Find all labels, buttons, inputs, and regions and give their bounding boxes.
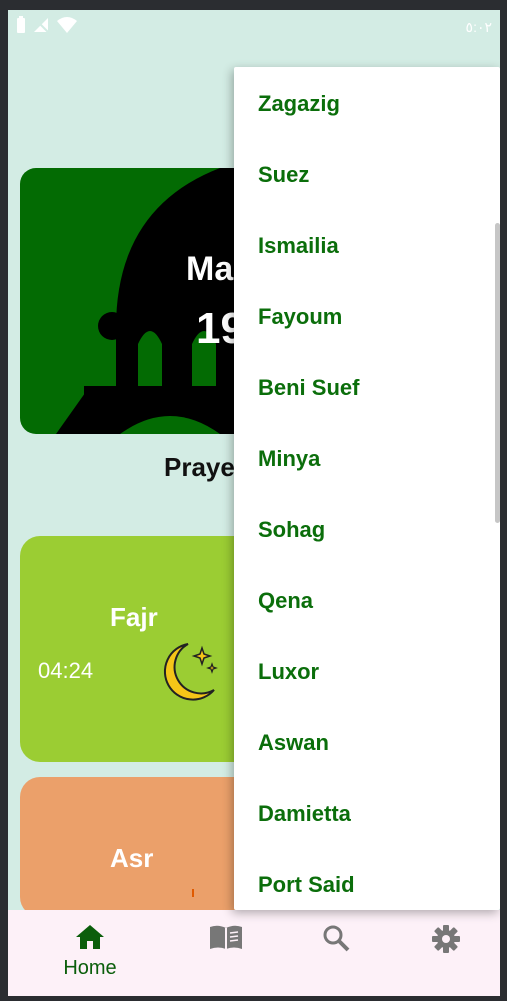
sun-icon (192, 889, 194, 897)
mosque-icon (56, 168, 260, 434)
menu-item-luxor[interactable]: Luxor (258, 659, 319, 685)
app-screen: ٥:٠٢ Ma 19 Praye Fajr 04:24 Asr Home Zag… (8, 10, 500, 996)
hero-title: Ma (186, 250, 234, 288)
hero-card: Ma 19 (20, 168, 260, 434)
menu-item-minya[interactable]: Minya (258, 446, 320, 472)
menu-item-port-said[interactable]: Port Said (258, 872, 355, 898)
crescent-moon-icon (158, 640, 218, 711)
menu-item-beni-suef[interactable]: Beni Suef (258, 375, 359, 401)
battery-icon (16, 16, 26, 39)
prayer-time: 04:24 (38, 658, 94, 683)
nav-quran[interactable] (186, 924, 266, 955)
menu-item-sohag[interactable]: Sohag (258, 517, 325, 543)
bottom-navigation: Home (8, 910, 500, 996)
status-time: ٥:٠٢ (465, 19, 492, 35)
city-dropdown-menu[interactable]: Zagazig Suez Ismailia Fayoum Beni Suef M… (234, 67, 500, 910)
status-bar: ٥:٠٢ (8, 10, 500, 46)
wifi-icon (56, 16, 78, 39)
prayer-name: Asr (110, 843, 154, 873)
nav-search[interactable] (296, 924, 376, 957)
prayer-card-fajr[interactable]: Fajr 04:24 (20, 536, 260, 762)
menu-item-ismailia[interactable]: Ismailia (258, 233, 339, 259)
menu-item-qena[interactable]: Qena (258, 588, 313, 614)
menu-item-aswan[interactable]: Aswan (258, 730, 329, 756)
prayer-name: Fajr (110, 602, 158, 632)
settings-icon (431, 925, 461, 958)
nav-home-label: Home (63, 957, 117, 979)
menu-item-fayoum[interactable]: Fayoum (258, 304, 342, 330)
menu-item-suez[interactable]: Suez (258, 162, 309, 188)
status-icons (16, 16, 78, 39)
prayer-card-asr[interactable]: Asr (20, 777, 260, 917)
menu-item-damietta[interactable]: Damietta (258, 801, 351, 827)
nav-settings[interactable] (406, 924, 486, 959)
home-icon (75, 925, 105, 954)
menu-scrollbar[interactable] (495, 223, 500, 523)
book-icon (209, 925, 243, 954)
no-signal-icon (32, 16, 50, 39)
search-icon (322, 925, 350, 956)
nav-home[interactable]: Home (50, 924, 130, 980)
menu-item-zagazig[interactable]: Zagazig (258, 91, 340, 117)
section-title: Praye (164, 452, 235, 482)
